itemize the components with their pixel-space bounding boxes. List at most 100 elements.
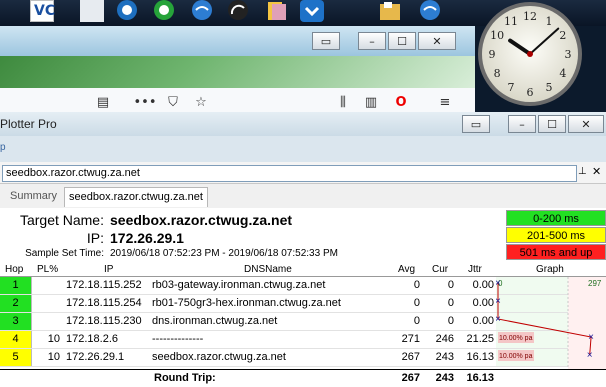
tab-target[interactable]: seedbox.razor.ctwug.za.net	[64, 187, 208, 207]
pingplotter-window: Plotter Pro ▭ – ☐ ✕ p seedbox.razor.ctwu…	[0, 112, 606, 387]
legend-yellow: 201-500 ms	[506, 227, 606, 243]
opera-icon[interactable]: O	[392, 93, 410, 111]
avg-cell: 0	[413, 315, 420, 327]
menu-icon[interactable]: ≡	[436, 93, 454, 111]
wifi-icon[interactable]	[190, 0, 214, 22]
cur-cell: 246	[435, 333, 454, 345]
jttr-cell: 0.00	[472, 315, 494, 327]
col-pl[interactable]: PL%	[37, 263, 58, 277]
sample-time-label: Sample Set Time:	[25, 248, 104, 259]
ip-value: 172.26.29.1	[110, 230, 184, 246]
graph-scale-max: 297	[588, 279, 602, 288]
pp-restore-button[interactable]: ▭	[462, 115, 490, 133]
avg-cell: 267	[401, 351, 420, 363]
ip-cell: 172.18.115.252	[66, 279, 142, 291]
ie-icon[interactable]	[115, 0, 139, 22]
jttr-cell: 0.00	[472, 279, 494, 291]
library-icon[interactable]: ⫼	[334, 93, 352, 111]
files-icon[interactable]	[264, 0, 288, 22]
clock-number: 6	[527, 86, 534, 99]
pocket-icon[interactable]: ⛉	[164, 93, 182, 111]
jttr-cell: 16.13	[466, 351, 494, 363]
col-avg[interactable]: Avg	[398, 263, 415, 277]
summary-header: Target Name: seedbox.razor.ctwug.za.net …	[0, 208, 606, 263]
cur-cell: 243	[435, 351, 454, 363]
menu-letter[interactable]: p	[0, 142, 6, 153]
dns-cell: rb03-gateway.ironman.ctwug.za.net	[152, 279, 326, 291]
star-icon[interactable]: ☆	[192, 93, 210, 111]
roundtrip-cur: 243	[435, 372, 454, 384]
jttr-cell: 21.25	[466, 333, 494, 345]
folder-icon[interactable]	[378, 0, 402, 22]
download-icon[interactable]	[300, 0, 324, 22]
minimize-button[interactable]: –	[358, 32, 386, 50]
browser-area	[0, 56, 475, 88]
col-dns[interactable]: DNSName	[244, 263, 292, 277]
wifi-icon-2[interactable]	[418, 0, 442, 22]
restore-sidebar-button[interactable]: ▭	[312, 32, 340, 50]
pp-minimize-button[interactable]: –	[508, 115, 536, 133]
maximize-button[interactable]: ☐	[388, 32, 416, 50]
pl-cell	[32, 295, 60, 312]
close-button[interactable]: ✕	[418, 32, 456, 50]
target-input[interactable]: seedbox.razor.ctwug.za.net	[2, 165, 577, 182]
ip-cell: 172.18.115.230	[66, 315, 142, 327]
vlc-icon[interactable]: VC	[30, 0, 55, 22]
hop-cell: 2	[0, 295, 32, 312]
col-graph[interactable]: Graph	[536, 263, 564, 277]
latency-point: ×	[587, 350, 593, 361]
jttr-cell: 0.00	[472, 297, 494, 309]
reader-icon[interactable]: ▤	[94, 93, 112, 111]
tab-summary[interactable]: Summary	[6, 187, 61, 207]
browser-titlebar: ▭ – ☐ ✕	[0, 26, 475, 56]
latency-point: ×	[496, 314, 501, 325]
blank-doc-icon[interactable]	[80, 0, 104, 22]
latency-point: ×	[496, 278, 501, 289]
pp-close-button[interactable]: ✕	[568, 115, 604, 133]
dns-cell: dns.ironman.ctwug.za.net	[152, 315, 278, 327]
sidebar-icon[interactable]: ▥	[362, 93, 380, 111]
dns-cell: seedbox.razor.ctwug.za.net	[152, 351, 286, 363]
latency-point: ×	[588, 332, 594, 343]
pl-cell: 10	[47, 351, 60, 363]
table-header: Hop PL% IP DNSName Avg Cur Jttr Graph	[0, 263, 606, 277]
avg-cell: 271	[401, 333, 420, 345]
latency-graph: 0 29710.00% pa10.00% pa×××××	[496, 277, 606, 369]
green-app-icon[interactable]	[152, 0, 176, 22]
col-cur[interactable]: Cur	[432, 263, 448, 277]
cur-cell: 0	[447, 297, 454, 309]
pingplotter-titlebar: Plotter Pro ▭ – ☐ ✕	[0, 112, 606, 136]
packet-loss-label: 10.00% pa	[499, 335, 533, 342]
clock-number: 10	[490, 29, 504, 42]
cur-cell: 0	[447, 279, 454, 291]
pin-icon[interactable]: ⊥	[578, 166, 587, 177]
tab-bar: Summary seedbox.razor.ctwug.za.net	[0, 184, 606, 208]
hop-cell: 4	[0, 331, 32, 348]
roundtrip-row: Round Trip: 267 243 16.13	[0, 369, 606, 387]
col-ip[interactable]: IP	[104, 263, 113, 277]
clock-gadget: 1 2 3 4 5 6 7 8 9 10 11 12	[476, 0, 584, 108]
dns-cell: rb01-750gr3-hex.ironman.ctwug.za.net	[152, 297, 341, 309]
pp-maximize-button[interactable]: ☐	[538, 115, 566, 133]
clock-number: 5	[546, 81, 553, 94]
col-hop[interactable]: Hop	[5, 263, 23, 277]
legend-red: 501 ms and up	[506, 244, 606, 260]
cur-cell: 0	[447, 315, 454, 327]
ip-cell: 172.18.115.254	[66, 297, 142, 309]
pl-cell: 10	[47, 333, 60, 345]
col-jttr[interactable]: Jttr	[468, 263, 482, 277]
trace-table: Hop PL% IP DNSName Avg Cur Jttr Graph 1 1…	[0, 263, 606, 387]
speed-icon[interactable]	[226, 0, 250, 22]
packet-loss-label: 10.00% pa	[499, 353, 533, 360]
roundtrip-label: Round Trip:	[154, 372, 216, 384]
clock-number: 9	[489, 48, 496, 61]
latency-point: ×	[496, 296, 501, 307]
dns-cell: --------------	[152, 333, 204, 345]
clock-number: 12	[523, 10, 537, 23]
clock-number: 8	[494, 67, 501, 80]
more-icon[interactable]: •••	[134, 93, 157, 111]
target-name-value: seedbox.razor.ctwug.za.net	[110, 212, 293, 228]
clock-face: 1234567891011 12	[478, 2, 582, 106]
close-icon[interactable]: ✕	[592, 165, 601, 178]
clock-number: 4	[559, 67, 566, 80]
